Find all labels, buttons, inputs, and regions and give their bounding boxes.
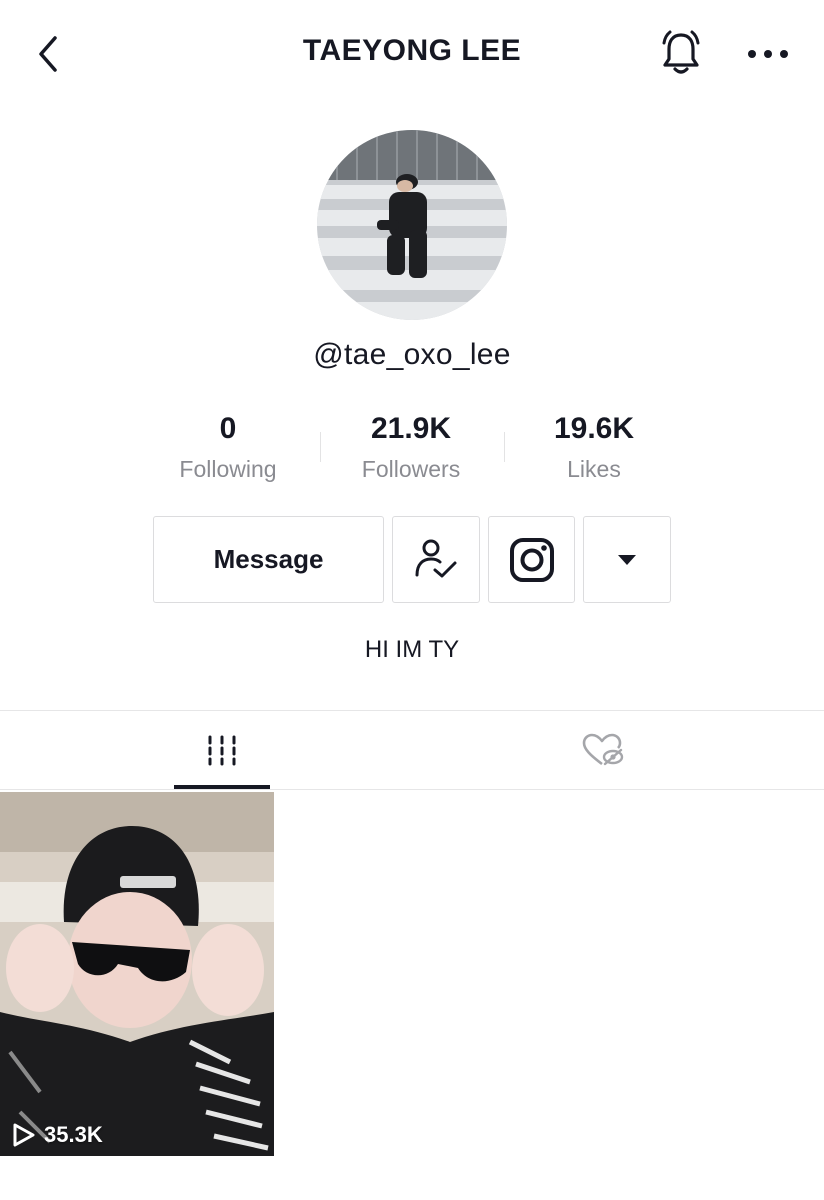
more-actions-dropdown[interactable] [583,516,671,603]
bio: HI IM TY [364,636,460,663]
stat-likes[interactable]: 19.6K Likes [514,412,674,483]
play-icon [13,1123,35,1147]
stat-followers[interactable]: 21.9K Followers [331,412,491,483]
tab-videos[interactable] [174,711,270,789]
message-button[interactable]: Message [153,516,384,603]
grid-icon [208,735,236,766]
notification-bell-button[interactable] [656,28,706,78]
avatar[interactable] [317,130,507,320]
stat-label: Following [179,456,277,482]
stat-divider [504,432,505,462]
stat-label: Followers [361,456,461,482]
stat-value: 21.9K [370,412,452,445]
stat-following[interactable]: 0 Following [148,412,308,483]
divider [0,789,824,790]
friends-button[interactable] [392,516,480,603]
user-check-icon [415,539,457,577]
caret-down-icon [618,554,636,565]
top-bar: TAEYONG LEE [0,0,824,106]
stat-divider [320,432,321,462]
username: @tae_oxo_lee [313,338,511,371]
liked-hidden-icon [582,733,624,766]
video-view-count: 35.3K [12,1122,103,1148]
bell-icon [662,30,700,74]
divider [0,710,824,711]
more-horizontal-icon [748,50,788,58]
stat-value: 19.6K [553,412,635,445]
stat-label: Likes [567,456,621,482]
instagram-icon [509,537,554,582]
view-count-text: 35.3K [44,1122,103,1147]
stat-value: 0 [219,412,237,445]
video-thumbnail[interactable]: 35.3K [0,792,274,1156]
instagram-button[interactable] [488,516,575,603]
tab-liked[interactable] [555,711,651,789]
more-options-button[interactable] [744,34,792,74]
